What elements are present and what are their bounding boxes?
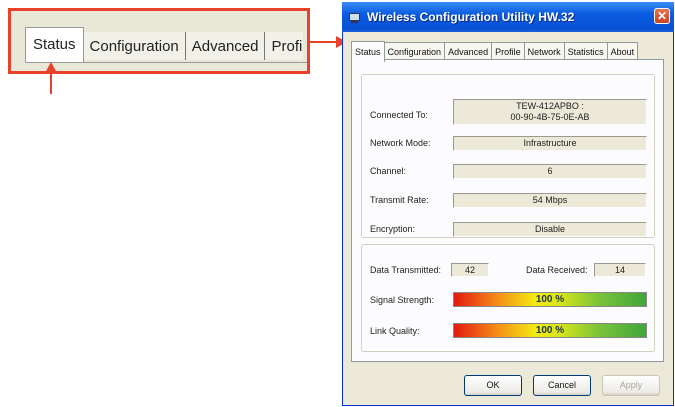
zoomed-tab-advanced: Advanced: [185, 32, 266, 60]
zoomed-tab-profile: Profi: [265, 32, 304, 60]
signal-strength-percent: 100 %: [535, 294, 565, 305]
window-title: Wireless Configuration Utility HW.32: [367, 10, 575, 24]
connected-to-value: TEW-412APBO : 00-90-4B-75-0E-AB: [453, 99, 647, 125]
channel-value: 6: [453, 164, 647, 179]
tab-strip: Status Configuration Advanced Profile Ne…: [351, 40, 639, 62]
encryption-label: Encryption:: [370, 224, 416, 234]
zoomed-tab-baseline: [25, 62, 307, 63]
wireless-utility-window: Wireless Configuration Utility HW.32 ✕ S…: [342, 2, 674, 406]
connected-to-mac: 00-90-4B-75-0E-AB: [510, 112, 590, 122]
status-panel: Connected To: TEW-412APBO : 00-90-4B-75-…: [351, 59, 664, 362]
encryption-value: Disable: [453, 222, 647, 237]
data-transmitted-value: 42: [451, 263, 489, 277]
network-mode-value: Infrastructure: [453, 136, 647, 151]
zoomed-tab-status: Status: [25, 27, 84, 62]
connected-to-label: Connected To:: [370, 110, 428, 120]
tab-status[interactable]: Status: [351, 41, 385, 62]
connection-info-group: Connected To: TEW-412APBO : 00-90-4B-75-…: [361, 74, 655, 238]
transmit-rate-label: Transmit Rate:: [370, 195, 429, 205]
traffic-info-group: Data Transmitted: 42 Data Received: 14 S…: [361, 244, 655, 352]
channel-label: Channel:: [370, 166, 407, 176]
up-arrow-shaft: [50, 71, 52, 94]
data-received-label: Data Received:: [526, 265, 588, 275]
transmit-rate-value: 54 Mbps: [453, 193, 647, 208]
apply-button[interactable]: Apply: [602, 375, 660, 396]
link-quality-label: Link Quality:: [370, 326, 420, 336]
connected-to-ssid: TEW-412APBO :: [516, 101, 584, 111]
signal-strength-label: Signal Strength:: [370, 295, 435, 305]
cancel-button[interactable]: Cancel: [533, 375, 591, 396]
monitor-icon: [348, 12, 361, 23]
link-quality-percent: 100 %: [535, 325, 565, 336]
signal-strength-bar: 100 %: [453, 292, 647, 307]
zoomed-tab-strip: Status Configuration Advanced Profi: [25, 25, 304, 62]
network-mode-label: Network Mode:: [370, 138, 431, 148]
link-quality-bar: 100 %: [453, 323, 647, 338]
title-bar[interactable]: Wireless Configuration Utility HW.32 ✕: [342, 2, 674, 32]
data-transmitted-label: Data Transmitted:: [370, 265, 442, 275]
close-button[interactable]: ✕: [654, 8, 670, 24]
ok-button[interactable]: OK: [464, 375, 522, 396]
data-received-value: 14: [594, 263, 646, 277]
zoomed-tab-configuration: Configuration: [83, 32, 186, 60]
